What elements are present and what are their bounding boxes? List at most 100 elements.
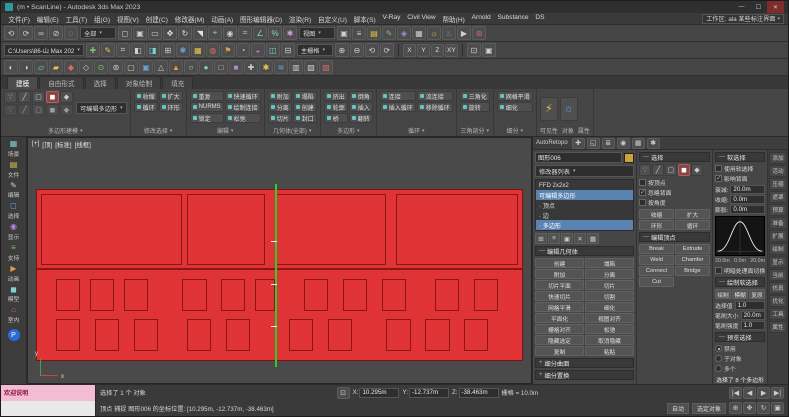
- axis-constraint-button[interactable]: XY: [444, 43, 458, 57]
- playback-button[interactable]: ▶: [757, 386, 771, 399]
- modifier-stack-item[interactable]: 可编辑多边形: [536, 190, 633, 200]
- toolbar-icon[interactable]: ◐: [4, 60, 18, 74]
- modifier-list-dropdown[interactable]: 修改器列表 ▾: [535, 165, 634, 177]
- minimize-button[interactable]: —: [733, 1, 750, 13]
- ribbon-button[interactable]: 塌陷: [292, 91, 317, 101]
- stack-tool-icon[interactable]: ✕: [574, 233, 586, 244]
- subobject-mode-icon[interactable]: ╱: [652, 164, 664, 176]
- path-dropdown[interactable]: C:\Users\86-山 Max 202 ▾: [4, 44, 84, 56]
- toolbar-icon[interactable]: ▲: [169, 60, 183, 74]
- stack-tool-icon[interactable]: ≡: [548, 233, 560, 244]
- checkbox-row[interactable]: 按顶点: [639, 178, 710, 187]
- toolbar-icon[interactable]: ♨: [442, 26, 456, 40]
- auto-key-button[interactable]: 自动: [666, 402, 689, 414]
- coordsys-dropdown[interactable]: 视图 ▾: [299, 27, 335, 39]
- panel-button[interactable]: Connect: [639, 266, 674, 276]
- playback-button[interactable]: ▶|: [771, 386, 785, 399]
- coord-z-field[interactable]: -38.463m: [458, 387, 499, 398]
- ribbon-button[interactable]: 桥: [323, 113, 348, 123]
- selected-only-button[interactable]: 选定对象: [691, 402, 726, 414]
- toolbar-icon[interactable]: ⊞: [160, 43, 175, 57]
- ribbon-button[interactable]: 封口: [292, 113, 317, 123]
- subobject-mode-icon[interactable]: ◆: [691, 164, 703, 176]
- numeric-field[interactable]: 20.0m: [740, 311, 765, 320]
- playback-button[interactable]: ◀: [743, 386, 757, 399]
- ribbon-button[interactable]: 插入循环: [379, 102, 416, 112]
- viewport-nav-button[interactable]: ↻: [757, 402, 770, 415]
- toolbar-icon[interactable]: ⊡: [466, 43, 481, 57]
- right-sidebar-item[interactable]: 活动: [769, 165, 787, 177]
- ribbon-button[interactable]: 锁定: [189, 113, 224, 123]
- toolbar-icon[interactable]: ▧: [304, 60, 318, 74]
- menu-item[interactable]: Civil View: [404, 14, 439, 24]
- panel-button[interactable]: Weld: [639, 255, 674, 265]
- toolbar-icon[interactable]: ⟳: [19, 26, 33, 40]
- subobject-mode-icon[interactable]: ◼: [678, 164, 690, 176]
- rollout-header-paint-soft-selection[interactable]: — 绘制软选择: [715, 277, 765, 287]
- ribbon-mini-caption[interactable]: 属性: [578, 126, 590, 135]
- toolbar-icon[interactable]: ✚: [85, 43, 100, 57]
- panel-button[interactable]: 隐藏选定: [535, 335, 584, 345]
- ribbon-big-button[interactable]: ⚡: [539, 96, 558, 121]
- panel-button[interactable]: 绘制: [715, 289, 731, 299]
- ribbon-tab[interactable]: 建模: [7, 76, 39, 89]
- ribbon-tab[interactable]: 填充: [162, 76, 194, 89]
- toolbar-icon[interactable]: ✱: [259, 60, 273, 74]
- ribbon-tab[interactable]: 选择: [84, 76, 116, 89]
- close-button[interactable]: ✕: [767, 1, 784, 13]
- toolbar-icon[interactable]: ◍: [205, 43, 220, 57]
- panel-button[interactable]: 创建: [535, 258, 584, 268]
- ribbon-section-caption[interactable]: 多边形建模 ▾: [4, 125, 127, 136]
- panel-button[interactable]: 粘贴: [585, 346, 634, 356]
- panel-button[interactable]: 细化: [585, 302, 634, 312]
- panel-button[interactable]: 循环: [675, 220, 710, 230]
- rollout-header-edit-geometry[interactable]: — 编辑几何体: [535, 246, 634, 256]
- toolbar-icon[interactable]: ∠: [253, 26, 267, 40]
- ribbon-section-caption[interactable]: 细分 ▾: [497, 125, 533, 136]
- ribbon-big-button[interactable]: ☼: [559, 96, 578, 121]
- menu-item[interactable]: 视图(V): [113, 14, 142, 24]
- panel-button[interactable]: 扩大: [675, 209, 710, 219]
- ribbon-button[interactable]: 挤出: [323, 91, 348, 101]
- sidebar-item[interactable]: ◼ 模型: [8, 285, 20, 304]
- selection-filter-dropdown[interactable]: 全部 ▾: [80, 27, 116, 39]
- axis-constraint-button[interactable]: Z: [430, 43, 444, 57]
- toolbar-icon[interactable]: ◉: [223, 26, 237, 40]
- subobject-mode-icon[interactable]: ▢: [32, 91, 45, 103]
- ribbon-button[interactable]: 环形: [158, 102, 183, 112]
- numeric-field[interactable]: 0.0m: [730, 195, 765, 204]
- ribbon-button[interactable]: 绘制连接: [224, 102, 261, 112]
- ribbon-button[interactable]: 快速循环: [224, 91, 261, 101]
- right-sidebar-item[interactable]: 绘制: [769, 243, 787, 255]
- toolbar-icon[interactable]: ▱: [34, 60, 48, 74]
- toolbar-icon[interactable]: ◔: [235, 43, 250, 57]
- ribbon-button[interactable]: NURMS: [189, 102, 224, 112]
- toolbar-icon[interactable]: ▣: [133, 26, 147, 40]
- wirecolor-swatch[interactable]: [624, 152, 634, 163]
- radio-row[interactable]: 禁用: [715, 344, 765, 353]
- checkbox-row[interactable]: 使用软选择: [715, 164, 765, 173]
- checkbox-row[interactable]: 按角度: [639, 198, 710, 207]
- checkbox-row[interactable]: 忽略背面: [639, 188, 710, 197]
- toolbar-icon[interactable]: ◌: [64, 26, 78, 40]
- panel-button[interactable]: 平面化: [535, 313, 584, 323]
- panel-button[interactable]: 附加: [535, 269, 584, 279]
- listener-pink-row[interactable]: 欢迎说明: [1, 385, 95, 401]
- toolbar-icon[interactable]: ○: [184, 60, 198, 74]
- rollout-header-selection[interactable]: — 选择: [639, 152, 710, 162]
- right-sidebar-item[interactable]: 扩展: [769, 230, 787, 242]
- subobject-mode-icon[interactable]: ◼: [46, 104, 59, 116]
- menu-item[interactable]: 动画(A): [208, 14, 237, 24]
- toolbar-icon[interactable]: ▣: [337, 26, 351, 40]
- toolbar-icon[interactable]: ⌗: [115, 43, 130, 57]
- panel-button[interactable]: 复制: [535, 346, 584, 356]
- ribbon-section-caption[interactable]: 三角剖分 ▾: [460, 125, 490, 136]
- ribbon-tab[interactable]: 自由形式: [39, 76, 84, 89]
- maxscript-mini-listener[interactable]: 欢迎说明: [1, 385, 96, 416]
- panel-button[interactable]: 复原: [749, 289, 765, 299]
- right-sidebar-item[interactable]: 仿真: [769, 282, 787, 294]
- toolbar-icon[interactable]: ⊛: [472, 26, 486, 40]
- ribbon-button[interactable]: 切片: [267, 113, 292, 123]
- sidebar-item[interactable]: ≡ 支持: [8, 243, 20, 262]
- toolbar-icon[interactable]: ◫: [265, 43, 280, 57]
